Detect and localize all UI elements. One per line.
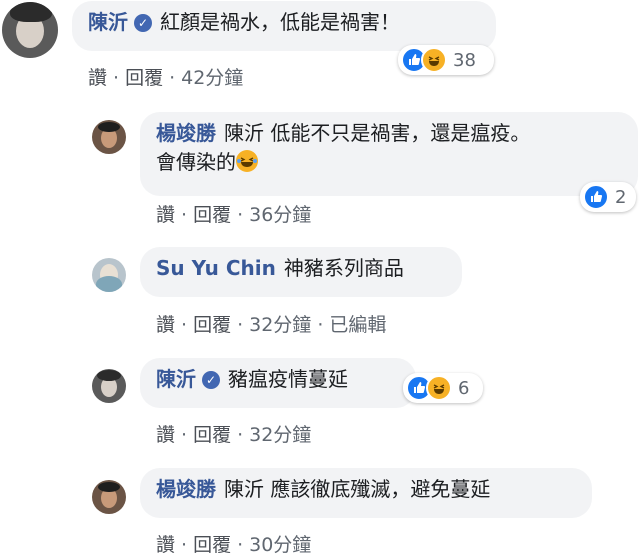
comment-text: 神豬系列商品	[283, 256, 404, 280]
like-icon	[583, 184, 609, 210]
comment-bubble: 陳沂 ✓ 豬瘟疫情蔓延	[140, 358, 416, 408]
comment-actions: 讚 · 回覆 · 32分鐘 · 已編輯	[156, 314, 387, 336]
like-link[interactable]: 讚	[156, 424, 175, 446]
comment-author[interactable]: 陳沂	[156, 367, 196, 391]
avatar[interactable]	[92, 258, 126, 292]
reply-link[interactable]: 回覆	[125, 67, 163, 89]
reaction-summary[interactable]: 38	[398, 45, 494, 75]
laughing-tears-emoji-icon	[236, 150, 258, 172]
comment-actions: 讚 · 回覆 · 32分鐘	[156, 424, 312, 446]
avatar[interactable]	[2, 2, 58, 58]
avatar[interactable]	[92, 120, 126, 154]
comment-author[interactable]: 陳沂	[88, 10, 128, 34]
comment-text: 陳沂 低能不只是禍害，還是瘟疫。	[224, 121, 531, 145]
reply-link[interactable]: 回覆	[193, 314, 231, 336]
reaction-count: 38	[453, 49, 476, 71]
reply-link[interactable]: 回覆	[193, 204, 231, 226]
haha-icon	[421, 47, 447, 73]
comment-text-continued: 會傳染的	[156, 150, 236, 174]
reaction-count: 6	[458, 377, 470, 399]
avatar[interactable]	[92, 480, 126, 514]
comment-text: 豬瘟疫情蔓延	[228, 367, 348, 391]
haha-icon	[426, 375, 452, 401]
reaction-count: 2	[615, 186, 627, 208]
comment-text: 陳沂 應該徹底殲滅，避免蔓延	[224, 477, 491, 501]
timestamp[interactable]: 32分鐘	[249, 424, 311, 446]
comment-author[interactable]: Su Yu Chin	[156, 256, 276, 280]
comment-bubble: 楊竣勝 陳沂 低能不只是禍害，還是瘟疫。 會傳染的	[140, 112, 638, 196]
like-link[interactable]: 讚	[156, 204, 175, 226]
reaction-summary[interactable]: 6	[403, 373, 483, 403]
comment-bubble: Su Yu Chin 神豬系列商品	[140, 247, 462, 297]
edited-label[interactable]: 已編輯	[329, 314, 386, 336]
like-link[interactable]: 讚	[88, 67, 107, 89]
comment-bubble: 楊竣勝 陳沂 應該徹底殲滅，避免蔓延	[140, 468, 592, 518]
timestamp[interactable]: 42分鐘	[181, 67, 243, 89]
timestamp[interactable]: 36分鐘	[249, 204, 311, 226]
avatar[interactable]	[92, 369, 126, 403]
reaction-summary[interactable]: 2	[580, 182, 636, 212]
comment-author[interactable]: 楊竣勝	[156, 121, 216, 145]
comment-actions: 讚 · 回覆 · 42分鐘	[88, 67, 244, 89]
verified-badge-icon: ✓	[134, 14, 152, 32]
comment-actions: 讚 · 回覆 · 36分鐘	[156, 204, 312, 226]
comment-author[interactable]: 楊竣勝	[156, 477, 216, 501]
comment-text: 紅顏是禍水，低能是禍害！	[160, 10, 400, 34]
timestamp[interactable]: 32分鐘	[249, 314, 311, 336]
like-link[interactable]: 讚	[156, 314, 175, 336]
comment-bubble: 陳沂 ✓ 紅顏是禍水，低能是禍害！	[72, 1, 496, 51]
verified-badge-icon: ✓	[202, 371, 220, 389]
reply-link[interactable]: 回覆	[193, 424, 231, 446]
